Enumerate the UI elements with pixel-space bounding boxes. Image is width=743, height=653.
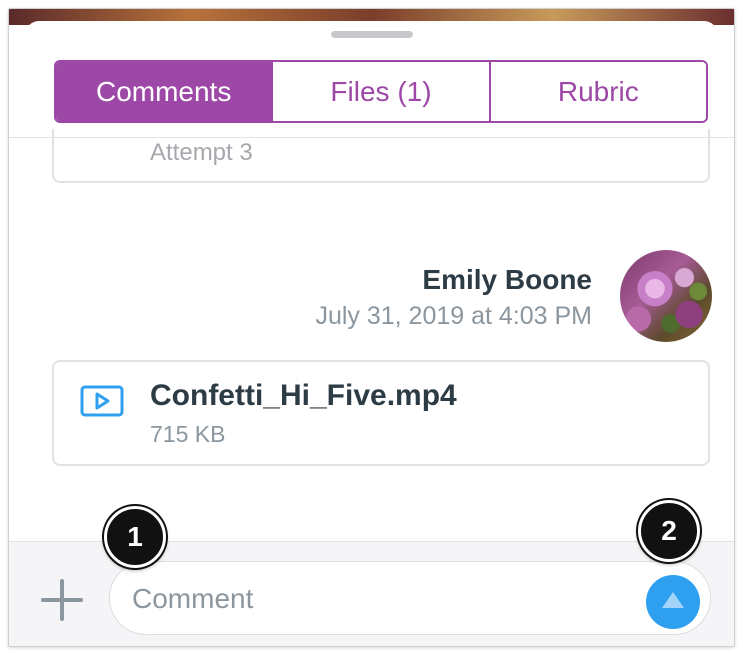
tab-files[interactable]: Files (1) bbox=[273, 62, 491, 121]
drag-handle[interactable] bbox=[331, 31, 413, 38]
attachment-size: 715 KB bbox=[150, 421, 226, 447]
video-file-icon bbox=[80, 385, 124, 417]
send-button[interactable] bbox=[646, 575, 700, 629]
previous-attempt-card[interactable]: Attempt 3 bbox=[52, 129, 710, 183]
tab-rubric[interactable]: Rubric bbox=[490, 62, 706, 121]
tab-switcher: Comments Files (1) Rubric bbox=[54, 60, 708, 123]
attempt-label: Attempt 3 bbox=[150, 139, 253, 166]
attachment-card[interactable]: Confetti_Hi_Five.mp4 715 KB bbox=[52, 360, 710, 466]
callout-badge-1: 1 bbox=[104, 506, 166, 568]
comment-input-wrapper bbox=[109, 561, 711, 636]
plus-icon[interactable] bbox=[41, 579, 83, 621]
comment-timestamp: July 31, 2019 at 4:03 PM bbox=[315, 302, 592, 330]
comment-input[interactable] bbox=[130, 562, 634, 636]
attachment-name: Confetti_Hi_Five.mp4 bbox=[150, 379, 457, 412]
avatar[interactable] bbox=[620, 250, 712, 342]
tab-comments[interactable]: Comments bbox=[56, 62, 274, 121]
callout-badge-2: 2 bbox=[638, 500, 700, 562]
comment-author: Emily Boone bbox=[422, 264, 592, 295]
